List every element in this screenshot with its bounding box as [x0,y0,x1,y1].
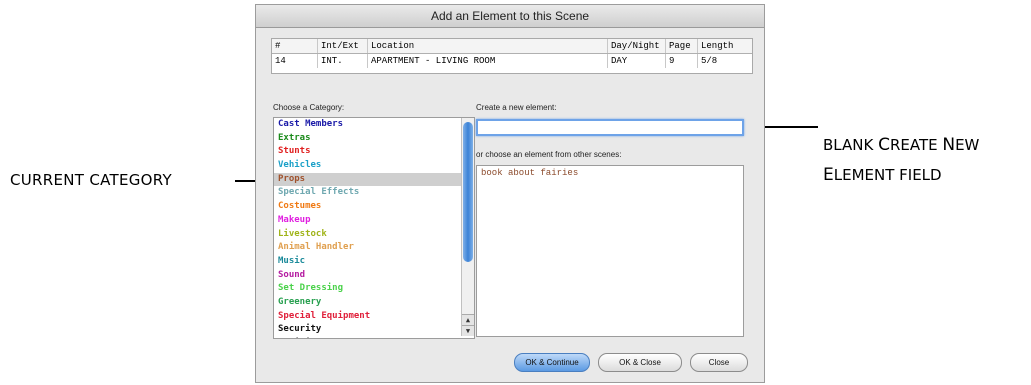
category-item[interactable]: Security [274,323,474,337]
category-item[interactable]: Sound [274,269,474,283]
new-element-label: Create a new element: [476,103,557,112]
callout-text: N [942,135,956,155]
ok-close-button[interactable]: OK & Close [598,353,682,372]
col-header-day-night: Day/Night [608,39,666,53]
callout-text: REATE [889,136,943,154]
category-item[interactable]: Special Equipment [274,310,474,324]
window-title: Add an Element to this Scene [256,5,764,28]
table-header-row: # Int/Ext Location Day/Night Page Length [272,39,752,54]
category-item[interactable]: Animal Handler [274,241,474,255]
ok-continue-button[interactable]: OK & Continue [514,353,590,372]
category-item[interactable]: Costumes [274,200,474,214]
cell-location: APARTMENT - LIVING ROOM [368,54,608,68]
cell-int-ext: INT. [318,54,368,68]
category-item[interactable]: Extras [274,132,474,146]
col-header-int-ext: Int/Ext [318,39,368,53]
category-item[interactable]: Additional Labor [274,337,474,338]
category-item[interactable]: Vehicles [274,159,474,173]
category-item[interactable]: Makeup [274,214,474,228]
category-list[interactable]: Cast Members Extras Stunts Vehicles Props Spe… [273,117,475,339]
category-item[interactable]: Greenery [274,296,474,310]
category-item[interactable]: Music [274,255,474,269]
scroll-up-icon[interactable]: ▲ [462,314,474,325]
other-scenes-label: or choose an element from other scenes: [476,150,622,159]
new-element-input[interactable] [476,119,744,136]
add-element-dialog: Add an Element to this Scene # Int/Ext L… [255,4,765,383]
col-header-location: Location [368,39,608,53]
col-header-number: # [272,39,318,53]
scrollbar-thumb[interactable] [463,122,473,262]
scroll-down-icon[interactable]: ▼ [462,325,474,336]
category-label: Choose a Category: [273,103,345,112]
col-header-page: Page [666,39,698,53]
category-item[interactable]: Cast Members [274,118,474,132]
cell-number: 14 [272,54,318,68]
col-header-length: Length [701,41,734,51]
category-item[interactable]: Set Dressing [274,282,474,296]
callout-blank-field: BLANK CREATE NEW ELEMENT FIELD [823,130,979,190]
callout-text: C [878,135,890,155]
category-item[interactable]: Special Effects [274,186,474,200]
callout-text: E [823,165,834,185]
callout-text: BLANK [823,136,879,154]
table-row: 14 INT. APARTMENT - LIVING ROOM DAY 9 5/… [272,54,752,68]
category-item[interactable]: Props [274,172,474,187]
list-item[interactable]: book about fairies [481,168,739,178]
cell-length: 5/8 [701,56,718,66]
callout-text: EW [955,136,980,154]
category-items: Cast Members Extras Stunts Vehicles Props Spe… [274,118,474,338]
scene-info-table: # Int/Ext Location Day/Night Page Length… [271,38,753,74]
category-scrollbar[interactable]: ▲ ▼ [461,118,474,336]
callout-current-category: CURRENT CATEGORY [10,171,172,189]
callout-text: LEMENT FIELD [833,166,942,184]
close-button[interactable]: Close [690,353,748,372]
cell-page: 9 [666,54,698,68]
category-item[interactable]: Stunts [274,145,474,159]
cell-day-night: DAY [608,54,666,68]
category-item[interactable]: Livestock [274,228,474,242]
other-scenes-list[interactable]: book about fairies [476,165,744,337]
